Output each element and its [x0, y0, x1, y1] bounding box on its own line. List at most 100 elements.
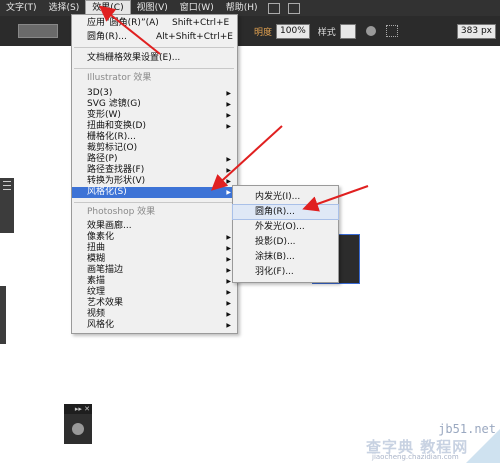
submenu-item[interactable]: 外发光(O)... [233, 220, 338, 234]
width-field[interactable]: 383 px [456, 23, 496, 39]
watermark-site: jb51.net [438, 422, 496, 436]
recolor-icon[interactable] [366, 26, 377, 36]
menu-item[interactable]: 纹理 ▶ [72, 287, 237, 298]
panel-line [3, 181, 11, 182]
menu-item[interactable]: 变形(W) ▶ [72, 110, 237, 121]
opacity-field[interactable]: 100% [276, 23, 310, 39]
menu-item-label: 风格化(S) [87, 187, 127, 197]
submenu-item-label: 外发光(O)... [255, 222, 305, 232]
menu-item[interactable]: 路径查找器(F) ▶ [72, 165, 237, 176]
menu-item[interactable]: 画笔描边 ▶ [72, 265, 237, 276]
menu-item[interactable]: 像素化 ▶ [72, 232, 237, 243]
style-label: 样式 [317, 27, 336, 38]
submenu-item-label: 投影(D)... [255, 237, 296, 247]
menu-item[interactable]: 效果画廊... [72, 221, 237, 232]
submenu-item-label: 羽化(F)... [255, 267, 294, 277]
menu-item[interactable]: 转换为形状(V) ▶ [72, 176, 237, 187]
submenu-arrow-icon: ▶ [226, 90, 231, 97]
align-icon[interactable] [386, 25, 399, 37]
submenu-arrow-icon: ▶ [226, 267, 231, 274]
menu-item-label: 路径(P) [87, 154, 118, 164]
divider [74, 47, 234, 48]
submenu-arrow-icon: ▶ [226, 322, 231, 329]
menu-item[interactable]: 路径(P) ▶ [72, 154, 237, 165]
arrange-documents-icon[interactable] [287, 2, 300, 14]
submenu-item[interactable]: 投影(D)... [233, 235, 338, 249]
menu-item-label: 画笔描边 [87, 265, 124, 275]
appearance-mini-panel[interactable]: ▸▸ ✕ [64, 404, 92, 444]
menu-item-label: 艺术效果 [87, 298, 124, 308]
menu-item-label: 素描 [87, 276, 106, 286]
menu-item[interactable]: 扭曲 ▶ [72, 243, 237, 254]
apply-last-effect[interactable]: 应用“圆角(R)”(A) Shift+Ctrl+E [72, 18, 237, 29]
bridge-icon[interactable] [267, 2, 280, 14]
appearance-icon[interactable] [72, 423, 84, 435]
submenu-arrow-icon: ▶ [226, 178, 231, 185]
effect-menu: 应用“圆角(R)”(A) Shift+Ctrl+E 圆角(R)... Alt+S… [71, 14, 238, 334]
menu-item-label: SVG 滤镜(G) [87, 99, 141, 109]
submenu-arrow-icon: ▶ [226, 167, 231, 174]
menu-item-label: 模糊 [87, 254, 106, 264]
tools-panel[interactable] [0, 178, 14, 233]
style-dropdown[interactable] [339, 23, 357, 39]
menu-item-label: 像素化 [87, 232, 115, 242]
menu-item-label: 圆角(R)... [87, 32, 127, 42]
stroke-swatch[interactable] [18, 24, 58, 38]
shortcut-label: Shift+Ctrl+E [172, 18, 230, 28]
submenu-arrow-icon: ▶ [226, 245, 231, 252]
menu-item[interactable]: 3D(3) ▶ [72, 88, 237, 99]
panel-line [3, 189, 11, 190]
divider [74, 68, 234, 69]
menu-item-label: 路径查找器(F) [87, 165, 145, 175]
panel-header[interactable]: ▸▸ ✕ [64, 404, 92, 414]
last-effect[interactable]: 圆角(R)... Alt+Shift+Ctrl+E [72, 32, 237, 43]
menu-item[interactable]: 栅格化(R)... [72, 132, 237, 143]
panel-line [3, 185, 11, 186]
menu-item-label: 效果画廊... [87, 221, 132, 231]
menu-item-label: 转换为形状(V) [87, 176, 146, 186]
shortcut-label: Alt+Shift+Ctrl+E [156, 32, 233, 42]
side-panel[interactable] [0, 286, 6, 344]
menu-item-label: 应用“圆角(R)”(A) [87, 18, 159, 28]
divider [74, 202, 234, 203]
submenu-arrow-icon: ▶ [226, 256, 231, 263]
menu-item-label: 风格化 [87, 320, 115, 330]
watermark: jb51.net 查字典 教程网 jiaocheng.chazidian.com [366, 422, 500, 463]
menu-item[interactable]: 素描 ▶ [72, 276, 237, 287]
submenu-item[interactable]: 羽化(F)... [233, 265, 338, 279]
submenu-arrow-icon: ▶ [226, 189, 231, 196]
menu-item-label: 裁剪标记(O) [87, 143, 138, 153]
menu-item[interactable]: SVG 滤镜(G) ▶ [72, 99, 237, 110]
menu-item-label: 扭曲和变换(D) [87, 121, 146, 131]
submenu-arrow-icon: ▶ [226, 234, 231, 241]
menu-item[interactable]: 视频 ▶ [72, 309, 237, 320]
submenu-arrow-icon: ▶ [226, 289, 231, 296]
submenu-item-label: 内发光(I)... [255, 192, 301, 202]
menu-text[interactable]: 文字(T) [0, 0, 43, 16]
menu-item-label: 栅格化(R)... [87, 132, 136, 142]
menu-item[interactable]: 风格化 ▶ [72, 320, 237, 331]
document-raster-settings[interactable]: 文档栅格效果设置(E)... [72, 53, 237, 64]
watermark-url: jiaocheng.chazidian.com [372, 453, 459, 461]
menu-item-label: 变形(W) [87, 110, 121, 120]
submenu-arrow-icon: ▶ [226, 112, 231, 119]
stylize-submenu: 内发光(I)... 圆角(R)... 外发光(O)... 投影(D)... 涂抹(B).… [232, 185, 339, 283]
photoshop-effects-header: Photoshop 效果 [87, 207, 156, 217]
submenu-arrow-icon: ▶ [226, 278, 231, 285]
submenu-item[interactable]: 涂抹(B)... [233, 250, 338, 264]
submenu-arrow-icon: ▶ [226, 156, 231, 163]
menu-item[interactable]: 扭曲和变换(D) ▶ [72, 121, 237, 132]
menu-item[interactable]: 艺术效果 ▶ [72, 298, 237, 309]
menu-item-label: 扭曲 [87, 243, 106, 253]
menu-item[interactable]: 裁剪标记(O) [72, 143, 237, 154]
menu-item[interactable]: 模糊 ▶ [72, 254, 237, 265]
menu-item-label: 3D(3) [87, 88, 113, 98]
illustrator-effects-header: Illustrator 效果 [87, 73, 152, 83]
menu-item[interactable]: 风格化(S) ▶ [72, 187, 237, 198]
menu-item-label: 文档栅格效果设置(E)... [87, 53, 181, 63]
submenu-item-label: 圆角(R)... [255, 207, 295, 217]
submenu-item[interactable]: 内发光(I)... [233, 190, 338, 204]
submenu-item[interactable]: 圆角(R)... [232, 204, 339, 220]
menu-item-label: 纹理 [87, 287, 106, 297]
submenu-arrow-icon: ▶ [226, 300, 231, 307]
